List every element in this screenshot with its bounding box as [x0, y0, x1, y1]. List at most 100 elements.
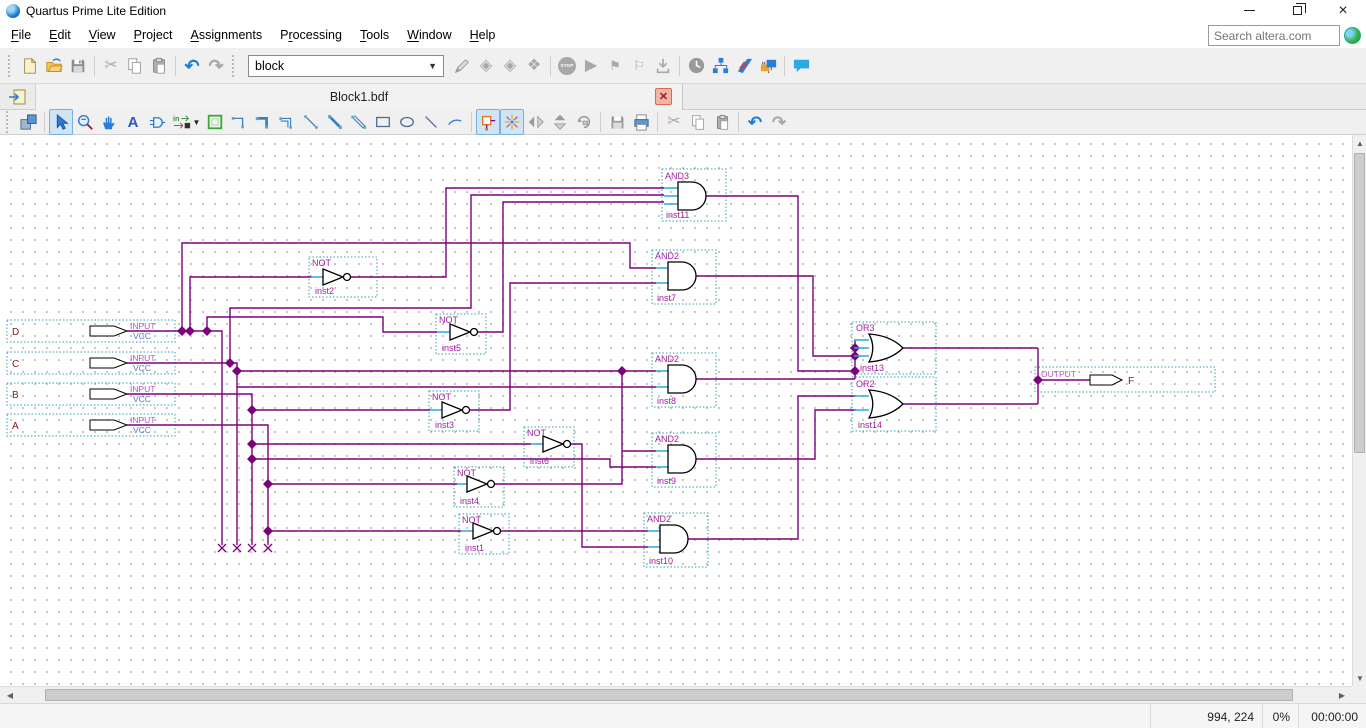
- zoom-tool-button[interactable]: [73, 109, 97, 135]
- toolbar-grip[interactable]: [6, 111, 12, 133]
- split-window-button[interactable]: [0, 83, 36, 110]
- start-analysis-button[interactable]: ⚑: [603, 53, 627, 79]
- gate-not-inst5[interactable]: NOT inst5: [439, 315, 479, 353]
- redo-button[interactable]: ↷: [767, 109, 791, 135]
- input-pin-a[interactable]: A INPUT VCC: [12, 415, 156, 435]
- copy-button[interactable]: [123, 53, 147, 79]
- gate-not-inst3[interactable]: NOT inst3: [432, 392, 471, 430]
- menu-help[interactable]: Help: [461, 24, 505, 46]
- diagonal-node-tool-button[interactable]: [299, 109, 323, 135]
- search-input[interactable]: [1208, 25, 1340, 46]
- input-pin-b[interactable]: B INPUT VCC: [12, 384, 156, 404]
- netlist-viewer-button[interactable]: [708, 53, 732, 79]
- scroll-left-arrow[interactable]: ◀: [2, 687, 18, 703]
- scroll-right-arrow[interactable]: ▶: [1334, 687, 1350, 703]
- assignment-editor-button[interactable]: [732, 53, 756, 79]
- gate-not-inst4[interactable]: NOT inst4: [457, 468, 496, 506]
- output-pin-symbol[interactable]: [1089, 374, 1124, 386]
- rectangle-tool-button[interactable]: [371, 109, 395, 135]
- save-button[interactable]: [605, 109, 629, 135]
- arc-tool-button[interactable]: [443, 109, 467, 135]
- and-gate-symbol[interactable]: [659, 524, 689, 554]
- gate-or2-inst14[interactable]: OR2 inst14: [856, 379, 904, 430]
- orthogonal-conduit-tool-button[interactable]: [275, 109, 299, 135]
- pencil-edit-button[interactable]: [450, 53, 474, 79]
- gate-not-inst6[interactable]: NOT inst6: [527, 428, 572, 466]
- orthogonal-bus-tool-button[interactable]: [251, 109, 275, 135]
- and-gate-symbol[interactable]: [667, 444, 697, 474]
- menu-processing[interactable]: Processing: [271, 24, 351, 46]
- diagonal-conduit-tool-button[interactable]: [347, 109, 371, 135]
- wires[interactable]: [127, 187, 1090, 548]
- start-timing-button[interactable]: ⚐: [627, 53, 651, 79]
- undo-button[interactable]: ↶: [743, 109, 767, 135]
- save-button[interactable]: [66, 53, 90, 79]
- gate-and2-inst8[interactable]: AND2 inst8: [655, 354, 697, 406]
- programmer-button[interactable]: [756, 53, 780, 79]
- partial-line-select-button[interactable]: [500, 109, 524, 135]
- diagonal-bus-tool-button[interactable]: [323, 109, 347, 135]
- and-gate-symbol[interactable]: [667, 364, 697, 394]
- line-tool-button[interactable]: [419, 109, 443, 135]
- pin-tool-button[interactable]: in ▼: [169, 109, 203, 135]
- input-pin-symbol[interactable]: [89, 388, 129, 400]
- flip-horizontal-button[interactable]: [524, 109, 548, 135]
- not-gate-symbol[interactable]: [466, 475, 489, 493]
- gate-and2-inst10[interactable]: AND2 inst10: [647, 514, 689, 566]
- input-pin-c[interactable]: C INPUT VCC: [12, 353, 156, 373]
- compile-design-button[interactable]: ◈: [474, 53, 498, 79]
- input-pin-symbol[interactable]: [89, 325, 129, 337]
- vertical-scrollbar[interactable]: ▲ ▼: [1352, 135, 1366, 686]
- chat-button[interactable]: [789, 53, 813, 79]
- output-pin-f[interactable]: OUTPUT F: [1041, 369, 1134, 387]
- schematic-drawing[interactable]: D INPUT VCC C INPUT VCC B INPUT VCC A IN…: [0, 135, 1352, 686]
- input-pin-symbol[interactable]: [89, 357, 129, 369]
- toolbar-grip[interactable]: [232, 54, 238, 77]
- paste-button[interactable]: [710, 109, 734, 135]
- and-gate-symbol[interactable]: [677, 181, 707, 211]
- undo-button[interactable]: ↶: [180, 53, 204, 79]
- paste-button[interactable]: [147, 53, 171, 79]
- gate-and2-inst9[interactable]: AND2 inst9: [655, 434, 697, 486]
- redo-button[interactable]: ↷: [204, 53, 228, 79]
- gate-not-inst1[interactable]: NOT inst1: [462, 515, 502, 553]
- minimize-button[interactable]: [1232, 0, 1266, 21]
- orthogonal-node-tool-button[interactable]: [227, 109, 251, 135]
- toolbar-grip[interactable]: [8, 54, 14, 77]
- entity-combo-box[interactable]: block ▼: [248, 54, 444, 77]
- symbol-tool-button[interactable]: [145, 109, 169, 135]
- or-gate-symbol[interactable]: [867, 389, 904, 419]
- flip-vertical-button[interactable]: [548, 109, 572, 135]
- menu-project[interactable]: Project: [125, 24, 182, 46]
- rubberbanding-button[interactable]: [476, 109, 500, 135]
- not-gate-symbol[interactable]: [472, 522, 495, 540]
- globe-icon[interactable]: [1344, 27, 1361, 44]
- print-button[interactable]: [629, 109, 653, 135]
- attach-window-button[interactable]: [16, 109, 40, 135]
- menu-assignments[interactable]: Assignments: [182, 24, 272, 46]
- menu-edit[interactable]: Edit: [40, 24, 80, 46]
- not-gate-symbol[interactable]: [449, 323, 472, 341]
- or-gate-symbol[interactable]: [867, 333, 904, 363]
- menu-file[interactable]: File: [2, 24, 40, 46]
- and-gate-symbol[interactable]: [667, 261, 697, 291]
- timing-analyzer-button[interactable]: [684, 53, 708, 79]
- scroll-up-arrow[interactable]: ▲: [1353, 135, 1366, 151]
- rotate-left-button[interactable]: [572, 109, 596, 135]
- block-tool-button[interactable]: [203, 109, 227, 135]
- horizontal-scrollbar[interactable]: ◀ ▶: [0, 686, 1352, 703]
- not-gate-symbol[interactable]: [441, 401, 464, 419]
- open-file-button[interactable]: [42, 53, 66, 79]
- start-compilation-button[interactable]: ▶: [579, 53, 603, 79]
- tab-block1-bdf[interactable]: Block1.bdf ✕: [36, 83, 683, 110]
- fitter-button[interactable]: ❖: [522, 53, 546, 79]
- not-gate-symbol[interactable]: [542, 435, 565, 453]
- text-tool-button[interactable]: A: [121, 109, 145, 135]
- cut-button[interactable]: ✂: [662, 109, 686, 135]
- menu-view[interactable]: View: [80, 24, 125, 46]
- menu-window[interactable]: Window: [398, 24, 460, 46]
- stop-button[interactable]: STOP: [555, 53, 579, 79]
- close-button[interactable]: ×: [1326, 0, 1360, 21]
- menu-tools[interactable]: Tools: [351, 24, 398, 46]
- horizontal-scroll-thumb[interactable]: [45, 689, 1293, 701]
